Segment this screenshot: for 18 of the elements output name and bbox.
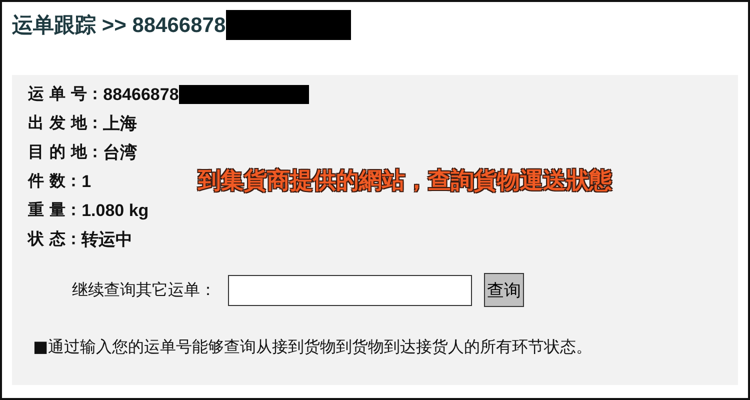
field-label: 运 单 号： <box>28 84 104 105</box>
field-label: 出 发 地： <box>28 113 104 134</box>
field-label: 件 数： <box>28 171 82 192</box>
field-value: 台湾 <box>103 142 138 164</box>
query-label: 继续查询其它运单： <box>72 280 216 300</box>
field-value: 上海 <box>103 113 138 135</box>
annotation-text: 到集貨商提供的網站，查詢貨物運送狀態 <box>198 167 612 196</box>
field-value: 1 <box>82 172 92 192</box>
waybill-input[interactable] <box>228 274 472 306</box>
field-value: 88466878 <box>103 84 179 104</box>
page-title: 运单跟踪 >> 88466878 <box>12 13 226 39</box>
query-button[interactable]: 查询 <box>484 273 524 307</box>
field-label: 目 的 地： <box>28 142 104 163</box>
field-label: 重 量： <box>28 200 82 221</box>
field-label: 状 态： <box>28 229 82 250</box>
field-value: 转运中 <box>82 229 133 251</box>
field-value: 1.080 kg <box>82 200 149 220</box>
note-text: ■通过输入您的运单号能够查询从接到货物到货物到达接货人的所有环节状态。 <box>33 337 594 358</box>
